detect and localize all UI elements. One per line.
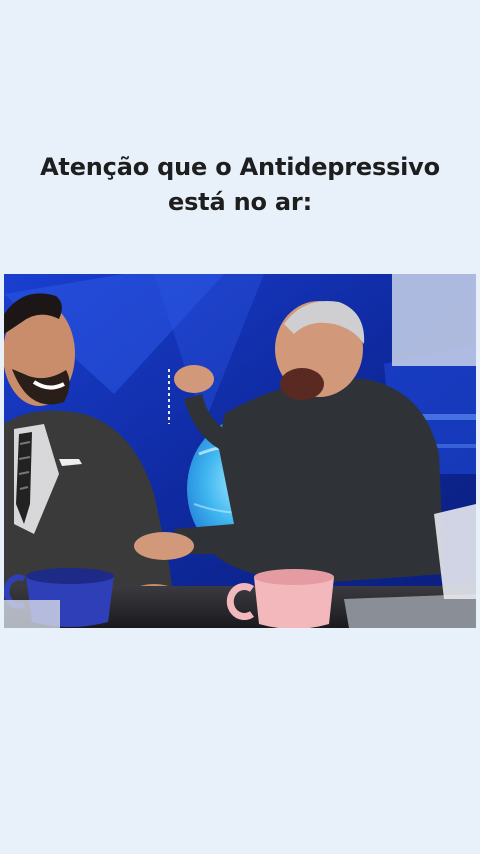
caption: Atenção que o Antidepressivo está no ar: xyxy=(0,150,480,220)
studio-scene xyxy=(4,274,476,628)
caption-line-1: Atenção que o Antidepressivo xyxy=(40,153,440,181)
blurred-corner xyxy=(392,274,476,366)
caption-line-2: está no ar: xyxy=(168,188,312,216)
video-frame xyxy=(4,274,476,628)
laptop xyxy=(344,594,476,628)
